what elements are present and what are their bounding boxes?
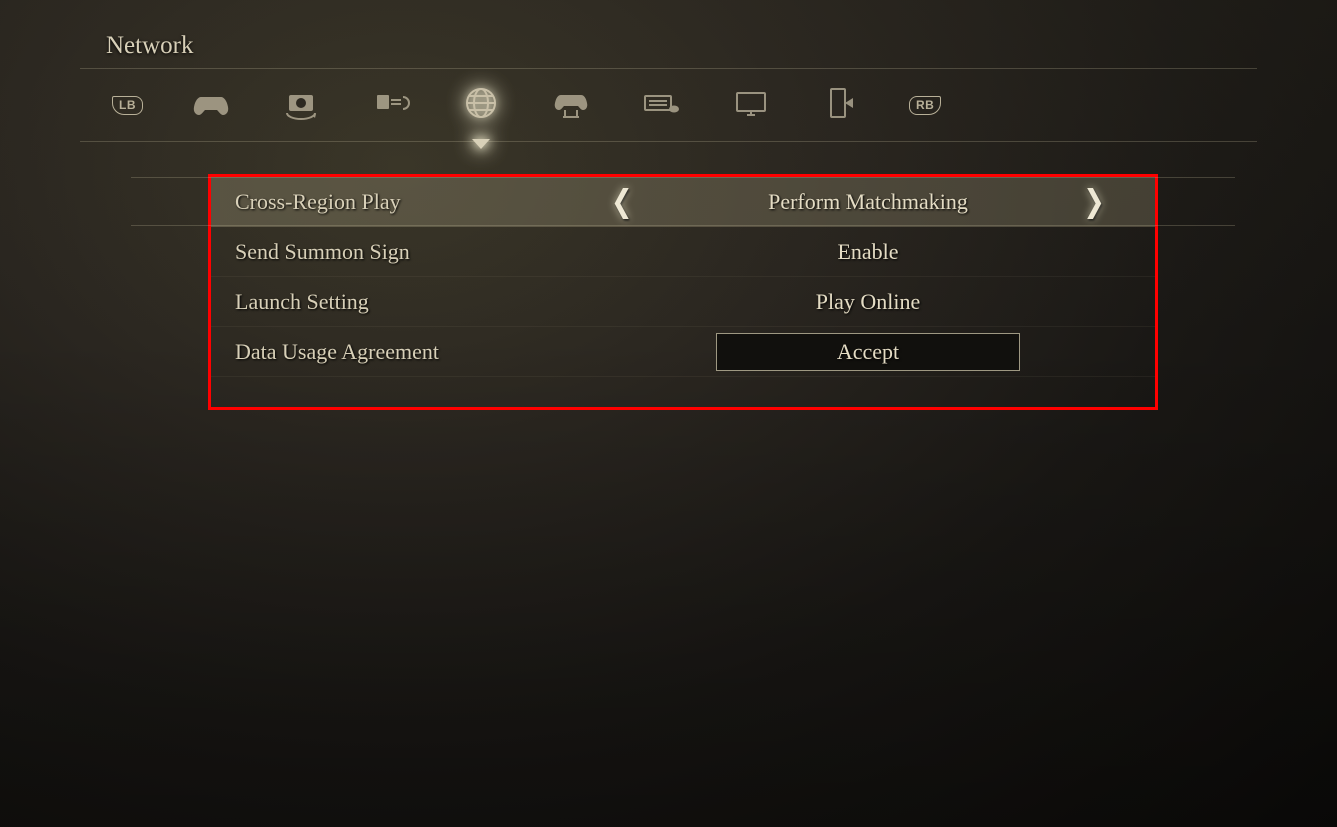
setting-label: Data Usage Agreement	[211, 339, 581, 365]
setting-label: Launch Setting	[211, 289, 581, 315]
bumper-left[interactable]: LB	[112, 96, 143, 115]
tab-keyboard[interactable]	[639, 83, 683, 127]
setting-send-summon-sign[interactable]: Send Summon Sign Enable	[211, 227, 1155, 277]
tab-controller[interactable]	[549, 83, 593, 127]
exit-door-icon	[821, 83, 861, 128]
accept-button[interactable]: Accept	[716, 333, 1020, 371]
setting-cross-region-play[interactable]: Cross-Region Play ❮ Perform Matchmaking …	[211, 177, 1155, 227]
tab-quit[interactable]	[819, 83, 863, 127]
sound-icon	[371, 83, 411, 128]
button-label: Accept	[837, 339, 899, 365]
controller-settings-icon	[551, 83, 591, 128]
settings-panel: Cross-Region Play ❮ Perform Matchmaking …	[208, 174, 1158, 410]
controller-icon	[191, 83, 231, 128]
page-title: Network	[106, 32, 193, 60]
tab-bar: LB	[80, 68, 1257, 142]
setting-value: Play Online	[816, 289, 921, 315]
setting-value: Enable	[837, 239, 898, 265]
chevron-left-icon[interactable]: ❮	[611, 182, 633, 219]
keyboard-icon	[641, 83, 681, 128]
setting-label: Send Summon Sign	[211, 239, 581, 265]
globe-icon	[461, 83, 501, 128]
setting-launch-setting[interactable]: Launch Setting Play Online	[211, 277, 1155, 327]
tab-sound[interactable]	[369, 83, 413, 127]
monitor-icon	[731, 83, 771, 128]
tab-gameplay[interactable]	[189, 83, 233, 127]
camera-icon	[281, 83, 321, 128]
bumper-right[interactable]: RB	[909, 96, 941, 115]
tab-network[interactable]	[459, 83, 503, 127]
chevron-right-icon[interactable]: ❯	[1083, 182, 1105, 219]
setting-data-usage-agreement[interactable]: Data Usage Agreement Accept	[211, 327, 1155, 377]
tab-display[interactable]	[729, 83, 773, 127]
setting-value: Perform Matchmaking	[768, 189, 968, 215]
setting-label: Cross-Region Play	[211, 189, 581, 215]
tab-camera[interactable]	[279, 83, 323, 127]
